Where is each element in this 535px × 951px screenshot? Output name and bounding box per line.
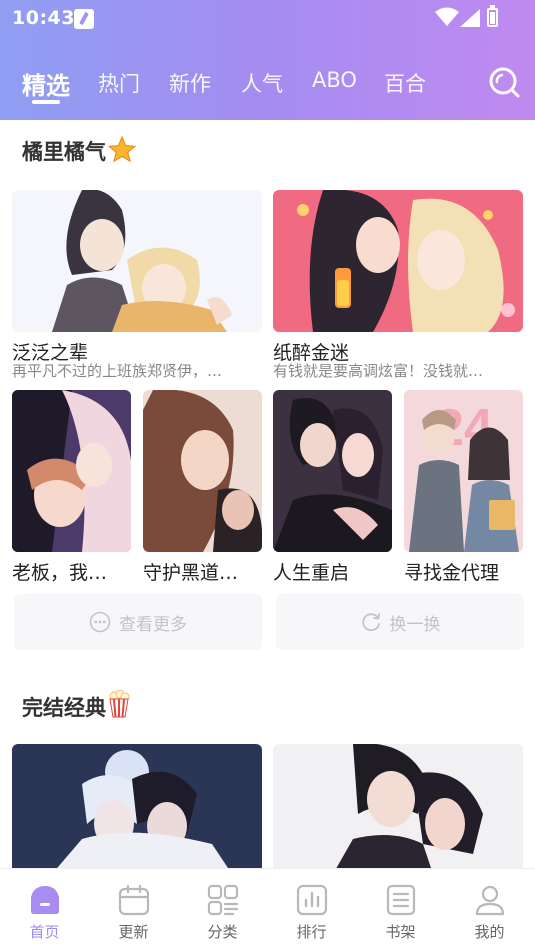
nav-label: 书架 xyxy=(385,923,416,941)
wifi-icon xyxy=(435,7,459,26)
ranking-icon xyxy=(296,884,327,916)
search-icon[interactable] xyxy=(488,66,520,98)
comic-cover[interactable] xyxy=(12,744,262,868)
comic-cover[interactable]: 24 xyxy=(404,390,523,552)
category-icon xyxy=(207,884,238,916)
tab-abo[interactable]: ABO xyxy=(312,68,357,92)
popcorn-icon xyxy=(109,690,130,718)
signal-icon xyxy=(460,9,480,27)
comic-cover[interactable] xyxy=(273,390,392,552)
refresh-button[interactable]: 换一换 xyxy=(276,594,524,650)
view-more-button[interactable]: 查看更多 xyxy=(14,594,262,650)
comic-title[interactable]: 守护黑道… xyxy=(143,558,262,585)
nav-updates[interactable]: 更新 xyxy=(89,883,178,943)
refresh-label: 换一换 xyxy=(389,614,441,635)
section-title: 完结经典 xyxy=(22,690,130,722)
tab-yuri[interactable]: 百合 xyxy=(384,68,426,98)
nav-ranking[interactable]: 排行 xyxy=(267,883,356,943)
status-time: 10:43 xyxy=(12,7,75,29)
status-icons xyxy=(435,5,498,29)
comic-title[interactable]: 人生重启 xyxy=(273,558,392,585)
comic-cover[interactable] xyxy=(12,190,262,332)
status-bar: 10:43 xyxy=(0,0,535,36)
category-tabs: 精选 热门 新作 人气 ABO 百合 xyxy=(0,60,535,110)
comic-cover[interactable] xyxy=(273,190,523,332)
nav-label: 更新 xyxy=(118,923,149,941)
section-title-text: 完结经典 xyxy=(22,696,106,720)
comic-cover[interactable] xyxy=(143,390,262,552)
more-icon xyxy=(89,611,111,633)
tab-hot[interactable]: 热门 xyxy=(98,68,140,98)
nav-label: 分类 xyxy=(207,923,238,941)
nav-category[interactable]: 分类 xyxy=(178,883,267,943)
main-feed[interactable]: 橘里橘气 泛泛之辈 再平凡不过的上班族郑贤伊，… 纸醉金迷 有钱就是要高调炫富！… xyxy=(0,120,535,868)
tab-popular[interactable]: 人气 xyxy=(241,68,283,98)
section-title: 橘里橘气 xyxy=(22,136,136,166)
view-more-label: 查看更多 xyxy=(119,614,187,635)
tab-new[interactable]: 新作 xyxy=(169,68,211,98)
comic-title[interactable]: 老板，我… xyxy=(12,558,131,585)
nav-bookshelf[interactable]: 书架 xyxy=(356,883,445,943)
comic-description: 再平凡不过的上班族郑贤伊，… xyxy=(12,362,223,380)
app-header: 10:43 精选 热门 新作 人气 ABO 百合 xyxy=(0,0,535,120)
comic-cover[interactable] xyxy=(273,744,523,868)
comic-title[interactable]: 寻找金代理 xyxy=(404,558,523,585)
calendar-icon xyxy=(118,884,149,916)
nav-home[interactable]: 首页 xyxy=(0,883,89,943)
battery-icon xyxy=(487,5,498,27)
nav-label: 排行 xyxy=(296,923,327,941)
refresh-icon xyxy=(361,613,380,632)
profile-icon xyxy=(475,885,504,916)
comic-description: 有钱就是要高调炫富！没钱就… xyxy=(273,362,484,380)
nav-label: 我的 xyxy=(474,923,505,941)
edit-notification-icon xyxy=(74,9,94,29)
nav-profile[interactable]: 我的 xyxy=(445,883,534,943)
bookshelf-icon xyxy=(386,884,415,916)
home-icon xyxy=(30,886,59,914)
active-tab-indicator xyxy=(32,100,60,104)
tab-featured[interactable]: 精选 xyxy=(22,66,70,101)
bottom-navigation: 首页 更新 分类 排行 书架 我的 xyxy=(0,868,535,951)
comic-cover[interactable] xyxy=(12,390,131,552)
nav-label: 首页 xyxy=(29,923,60,941)
star-icon xyxy=(108,136,136,162)
section-title-text: 橘里橘气 xyxy=(22,140,106,164)
